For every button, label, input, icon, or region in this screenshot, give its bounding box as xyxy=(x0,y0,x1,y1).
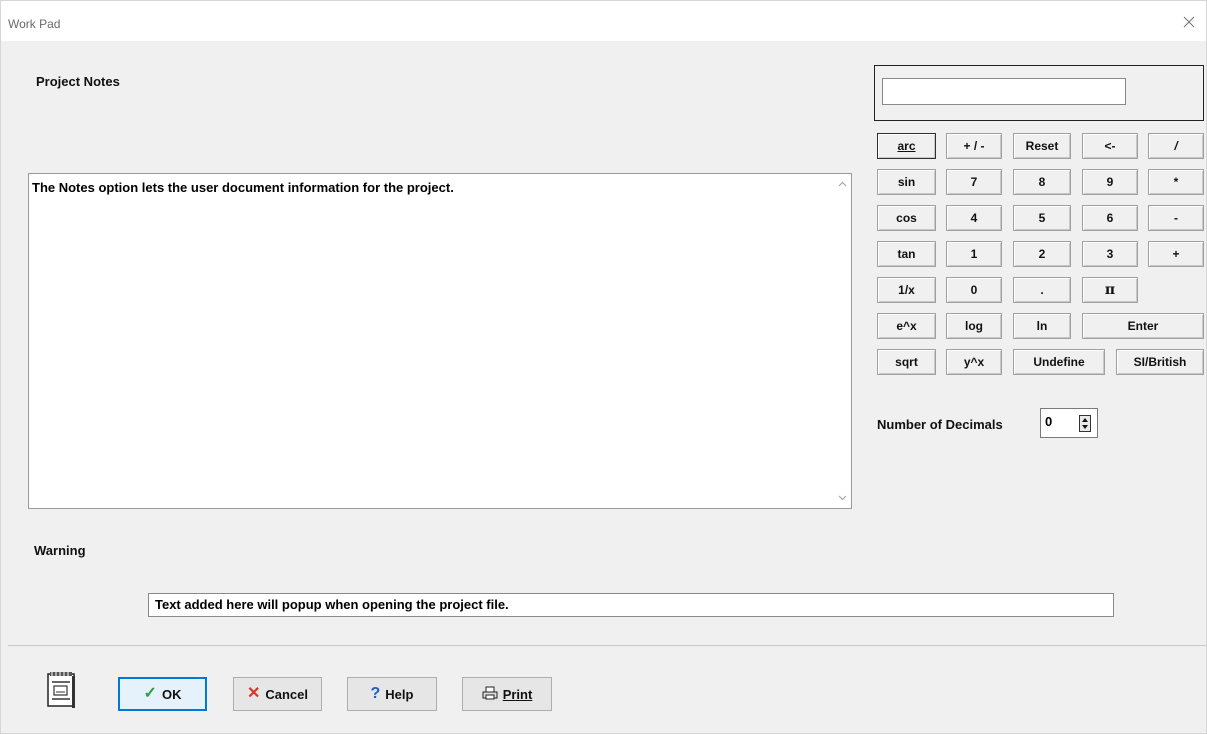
plus-button[interactable]: + xyxy=(1148,241,1204,267)
two-button[interactable]: 2 xyxy=(1013,241,1071,267)
help-button[interactable]: ? Help xyxy=(347,677,437,711)
help-label: Help xyxy=(385,686,414,702)
cos-button[interactable]: cos xyxy=(877,205,936,231)
project-notes-textarea[interactable]: The Notes option lets the user document … xyxy=(28,173,852,509)
spin-up-icon[interactable] xyxy=(1081,416,1089,423)
decimals-spinner[interactable]: 0 xyxy=(1040,408,1098,438)
sin-button[interactable]: sin xyxy=(877,169,936,195)
three-button[interactable]: 3 xyxy=(1082,241,1138,267)
decimal-point-button[interactable]: . xyxy=(1013,277,1071,303)
window-title: Work Pad xyxy=(8,17,61,31)
calculator-display[interactable] xyxy=(882,78,1126,105)
printer-icon xyxy=(482,686,498,703)
si-british-button[interactable]: SI/British xyxy=(1116,349,1204,375)
enter-button[interactable]: Enter xyxy=(1082,313,1204,339)
footer-divider xyxy=(8,645,1206,646)
eight-button[interactable]: 8 xyxy=(1013,169,1071,195)
scroll-down-icon[interactable] xyxy=(838,493,847,502)
decimals-value: 0 xyxy=(1045,414,1053,429)
four-button[interactable]: 4 xyxy=(946,205,1002,231)
print-button[interactable]: Print xyxy=(462,677,552,711)
arc-button[interactable]: arc xyxy=(877,133,936,159)
one-button[interactable]: 1 xyxy=(946,241,1002,267)
divide-button[interactable]: / xyxy=(1148,133,1204,159)
cancel-button[interactable]: ✕ Cancel xyxy=(233,677,322,711)
notes-scrollbar[interactable] xyxy=(834,174,851,508)
help-question-icon: ? xyxy=(370,685,381,702)
calculator-display-frame xyxy=(874,65,1204,121)
reciprocal-button[interactable]: 1/x xyxy=(877,277,936,303)
ln-button[interactable]: ln xyxy=(1013,313,1071,339)
print-label: Print xyxy=(502,686,533,702)
checkmark-icon: ✓ xyxy=(143,685,157,702)
warning-label: Warning xyxy=(34,543,86,558)
cancel-x-icon: ✕ xyxy=(246,685,261,702)
seven-button[interactable]: 7 xyxy=(946,169,1002,195)
power-button[interactable]: y^x xyxy=(946,349,1002,375)
multiply-button[interactable]: * xyxy=(1148,169,1204,195)
minus-button[interactable]: - xyxy=(1148,205,1204,231)
sqrt-button[interactable]: sqrt xyxy=(877,349,936,375)
six-button[interactable]: 6 xyxy=(1082,205,1138,231)
cancel-label: Cancel xyxy=(265,686,309,702)
notepad-icon xyxy=(46,670,77,708)
undefine-button[interactable]: Undefine xyxy=(1013,349,1105,375)
tan-button[interactable]: tan xyxy=(877,241,936,267)
zero-button[interactable]: 0 xyxy=(946,277,1002,303)
title-bar: Work Pad xyxy=(1,1,1206,41)
ok-label: OK xyxy=(161,686,182,702)
exp-button[interactable]: e^x xyxy=(877,313,936,339)
spinner-buttons[interactable] xyxy=(1079,415,1091,432)
work-pad-dialog: Work Pad Project Notes The Notes option … xyxy=(0,0,1207,734)
number-of-decimals-label: Number of Decimals xyxy=(877,417,1003,432)
log-button[interactable]: log xyxy=(946,313,1002,339)
project-notes-text: The Notes option lets the user document … xyxy=(32,180,454,195)
warning-text-field[interactable]: Text added here will popup when opening … xyxy=(148,593,1114,617)
scroll-up-icon[interactable] xyxy=(838,180,847,189)
ok-button[interactable]: ✓ OK xyxy=(118,677,207,711)
reset-button[interactable]: Reset xyxy=(1013,133,1071,159)
pi-button[interactable]: π xyxy=(1082,277,1138,303)
five-button[interactable]: 5 xyxy=(1013,205,1071,231)
spin-down-icon[interactable] xyxy=(1081,424,1089,431)
nine-button[interactable]: 9 xyxy=(1082,169,1138,195)
plus-minus-button[interactable]: + / - xyxy=(946,133,1002,159)
project-notes-label: Project Notes xyxy=(36,74,120,89)
backspace-button[interactable]: <- xyxy=(1082,133,1138,159)
close-icon[interactable] xyxy=(1178,11,1200,33)
